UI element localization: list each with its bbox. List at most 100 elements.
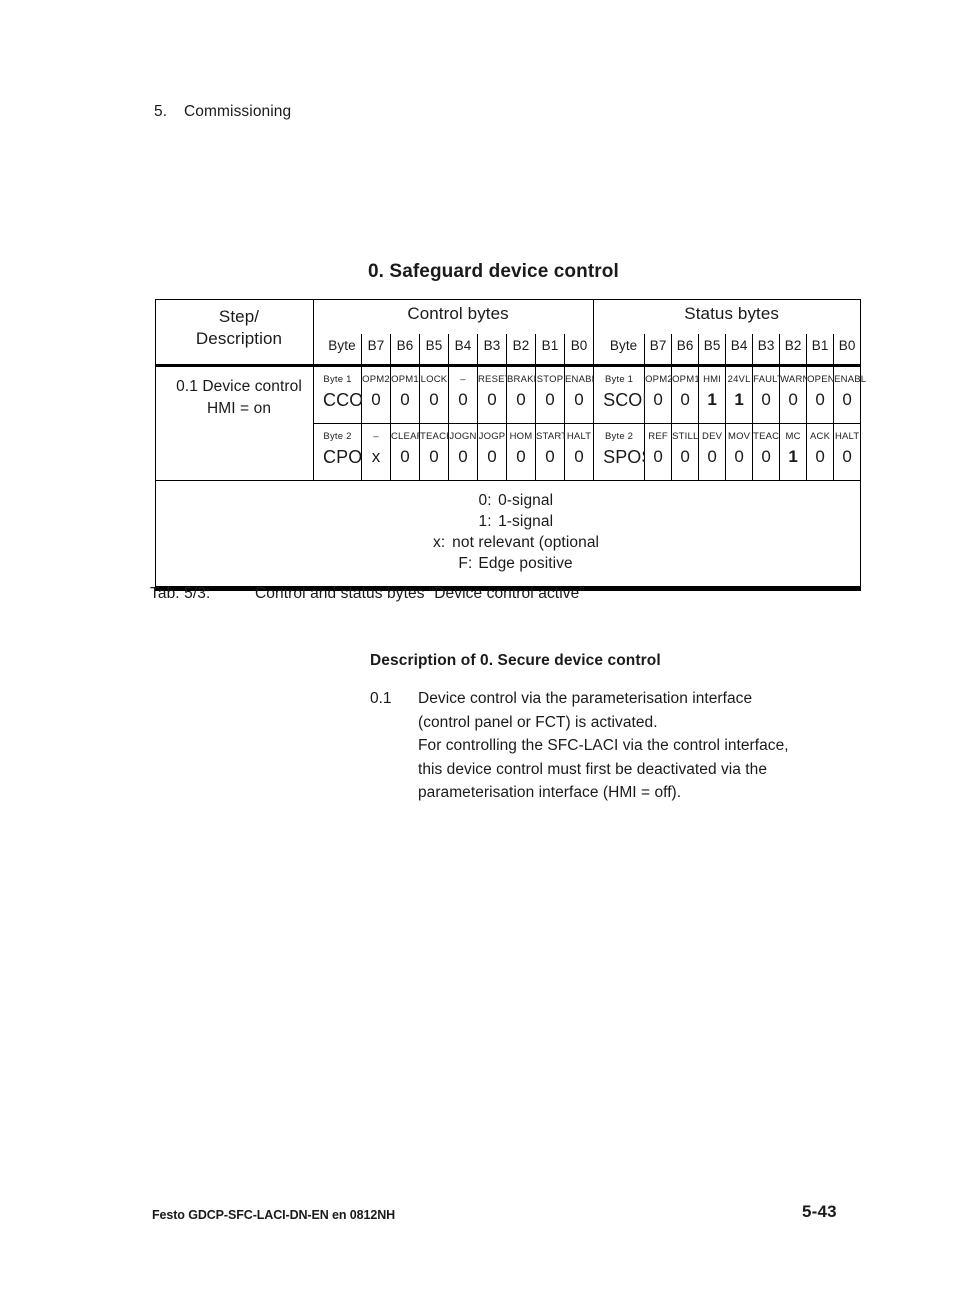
cpos-b7-value: x <box>371 447 381 466</box>
cell-cpos-b1: START 0 <box>535 423 568 481</box>
footer-document-id: Festo GDCP-SFC-LACI-DN-EN en 0812NH <box>152 1208 396 1222</box>
scon-b5-label: HMI <box>703 374 722 385</box>
legend-item: F: Edge positive <box>165 553 860 574</box>
header-status-bit-b6: B6 <box>671 334 700 367</box>
cell-cpos-b4: JOGN 0 <box>448 423 478 481</box>
cpos-b1-label: START <box>536 431 568 442</box>
byte-table-wrapper: Step/ Description Control bytes Status b… <box>154 299 866 591</box>
spos-b4-value: 0 <box>734 447 744 466</box>
running-head: 5. Commissioning <box>154 103 291 121</box>
cpos-b6-label: CLEAR <box>391 431 424 442</box>
ccon-b2-label: BRAKE <box>507 374 541 385</box>
table-legend-row: 0: 0-signal 1: 1-signal x: not relevant (op… <box>154 480 862 591</box>
legend-key-0: 0: <box>478 492 492 509</box>
header-control-bit-b6: B6 <box>390 334 420 367</box>
spos-byte-label: Byte 2 <box>605 431 634 442</box>
spos-b3-value: 0 <box>761 447 771 466</box>
scon-b3-value: 0 <box>761 390 771 409</box>
description-line: Device control via the parameterisation … <box>418 690 753 707</box>
header-status-bit-b1: B1 <box>806 334 835 367</box>
scon-b6-label: OPM1 <box>672 374 700 385</box>
cell-spos-b6: STILL 0 <box>671 423 700 481</box>
cpos-byte-label: Byte 2 <box>323 431 352 442</box>
cell-ccon-b2: BRAKE 0 <box>506 365 541 424</box>
header-control-byte-col: Byte <box>313 334 362 367</box>
legend-item: 1: 1-signal <box>165 511 860 532</box>
header-status-bit-b3: B3 <box>752 334 781 367</box>
cell-cpos-b3: JOGP 0 <box>477 423 507 481</box>
step-line1: 0.1 Device control <box>176 378 302 395</box>
legend-text-x: not relevant (optional <box>452 534 600 551</box>
cpos-b4-label: JOGN <box>449 431 477 442</box>
cpos-name: CPOS <box>323 447 375 467</box>
scon-b0-value: 0 <box>842 390 852 409</box>
cpos-b3-value: 0 <box>487 447 497 466</box>
cpos-b5-value: 0 <box>429 447 439 466</box>
step-line2: HMI = on <box>206 400 272 417</box>
cell-scon-b1: OPEN 0 <box>806 365 835 424</box>
header-status-bytes-group: Status bytes <box>593 299 862 334</box>
ccon-b0-value: 0 <box>574 390 584 409</box>
cell-spos-b1: ACK 0 <box>806 423 835 481</box>
header-step-line1: Step/ <box>218 307 260 326</box>
header-status-bit-b4: B4 <box>725 334 754 367</box>
scon-name: SCON <box>603 390 656 410</box>
running-head-title: Commissioning <box>184 103 292 120</box>
spos-b0-label: HALT <box>834 431 860 442</box>
cell-spos-b0: HALT 0 <box>833 423 862 481</box>
cell-cpos-b2: HOM 0 <box>506 423 536 481</box>
scon-b2-value: 0 <box>788 390 798 409</box>
cell-scon-b7: OPM2 0 <box>644 365 673 424</box>
cell-scon-b3: FAULT 0 <box>752 365 783 424</box>
ccon-b5-label: LOCK <box>420 374 448 385</box>
header-status-bit-b0: B0 <box>833 334 862 367</box>
caption-label: Tab. 5/3: <box>150 585 211 602</box>
cell-ccon-b3: RESET 0 <box>477 365 511 424</box>
cell-ccon-b0: ENABL 0 <box>563 365 598 424</box>
cell-cpos-name: Byte 2 CPOS <box>313 423 375 481</box>
cell-scon-b4: 24VL 1 <box>725 365 754 424</box>
cpos-b4-value: 0 <box>458 447 468 466</box>
ccon-b3-value: 0 <box>487 390 497 409</box>
spos-b7-label: REF <box>648 431 668 442</box>
scon-b4-label: 24VL <box>727 374 751 385</box>
spos-b5-value: 0 <box>707 447 717 466</box>
scon-b7-label: OPM2 <box>645 374 673 385</box>
cpos-b3-label: JOGP <box>478 431 506 442</box>
cell-scon-b5: HMI 1 <box>698 365 727 424</box>
scon-b1-value: 0 <box>815 390 825 409</box>
spos-b1-label: ACK <box>810 431 831 442</box>
cell-cpos-b7: – x <box>361 423 391 481</box>
ccon-name: CCON <box>323 390 377 410</box>
cpos-b2-value: 0 <box>516 447 526 466</box>
description-line: parameterisation interface (HMI = off). <box>418 784 682 801</box>
legend-item: 0: 0-signal <box>165 490 860 511</box>
control-status-byte-table: Step/ Description Control bytes Status b… <box>154 299 866 591</box>
legend-block: 0: 0-signal 1: 1-signal x: not relevant (op… <box>154 480 862 591</box>
ccon-b3-label: RESET <box>478 374 511 385</box>
footer-page-number: 5-43 <box>802 1202 837 1221</box>
header-status-bit-b7: B7 <box>644 334 673 367</box>
ccon-b7-value: 0 <box>371 390 381 409</box>
scon-b2-label: WARN <box>780 374 810 385</box>
header-status-byte-col: Byte <box>593 334 646 367</box>
cell-cpos-b5: TEACH 0 <box>419 423 453 481</box>
description-item: 0.1 Device control via the parameterisat… <box>370 687 840 805</box>
cell-cpos-b6: CLEAR 0 <box>390 423 424 481</box>
ccon-b6-label: OPM1 <box>391 374 419 385</box>
description-line: For controlling the SFC-LACI via the con… <box>418 737 789 754</box>
ccon-byte-label: Byte 1 <box>323 374 352 385</box>
legend-item: x: not relevant (optional <box>165 532 860 553</box>
step-description-cell: 0.1 Device control HMI = on <box>155 365 314 481</box>
spos-b0-value: 0 <box>842 447 852 466</box>
spos-b5-label: DEV <box>702 431 723 442</box>
cell-cpos-b0: HALT 0 <box>563 423 595 481</box>
legend-key-1: 1: <box>478 513 492 530</box>
ccon-b0-label: ENABL <box>565 374 598 385</box>
cell-spos-b2: MC 1 <box>779 423 808 481</box>
header-control-bit-b7: B7 <box>361 334 391 367</box>
caption-text: Control and status bytes “Device control… <box>255 585 585 602</box>
scon-b5-value: 1 <box>707 390 717 409</box>
cell-spos-b4: MOV 0 <box>725 423 754 481</box>
description-line: this device control must first be deacti… <box>418 760 767 778</box>
